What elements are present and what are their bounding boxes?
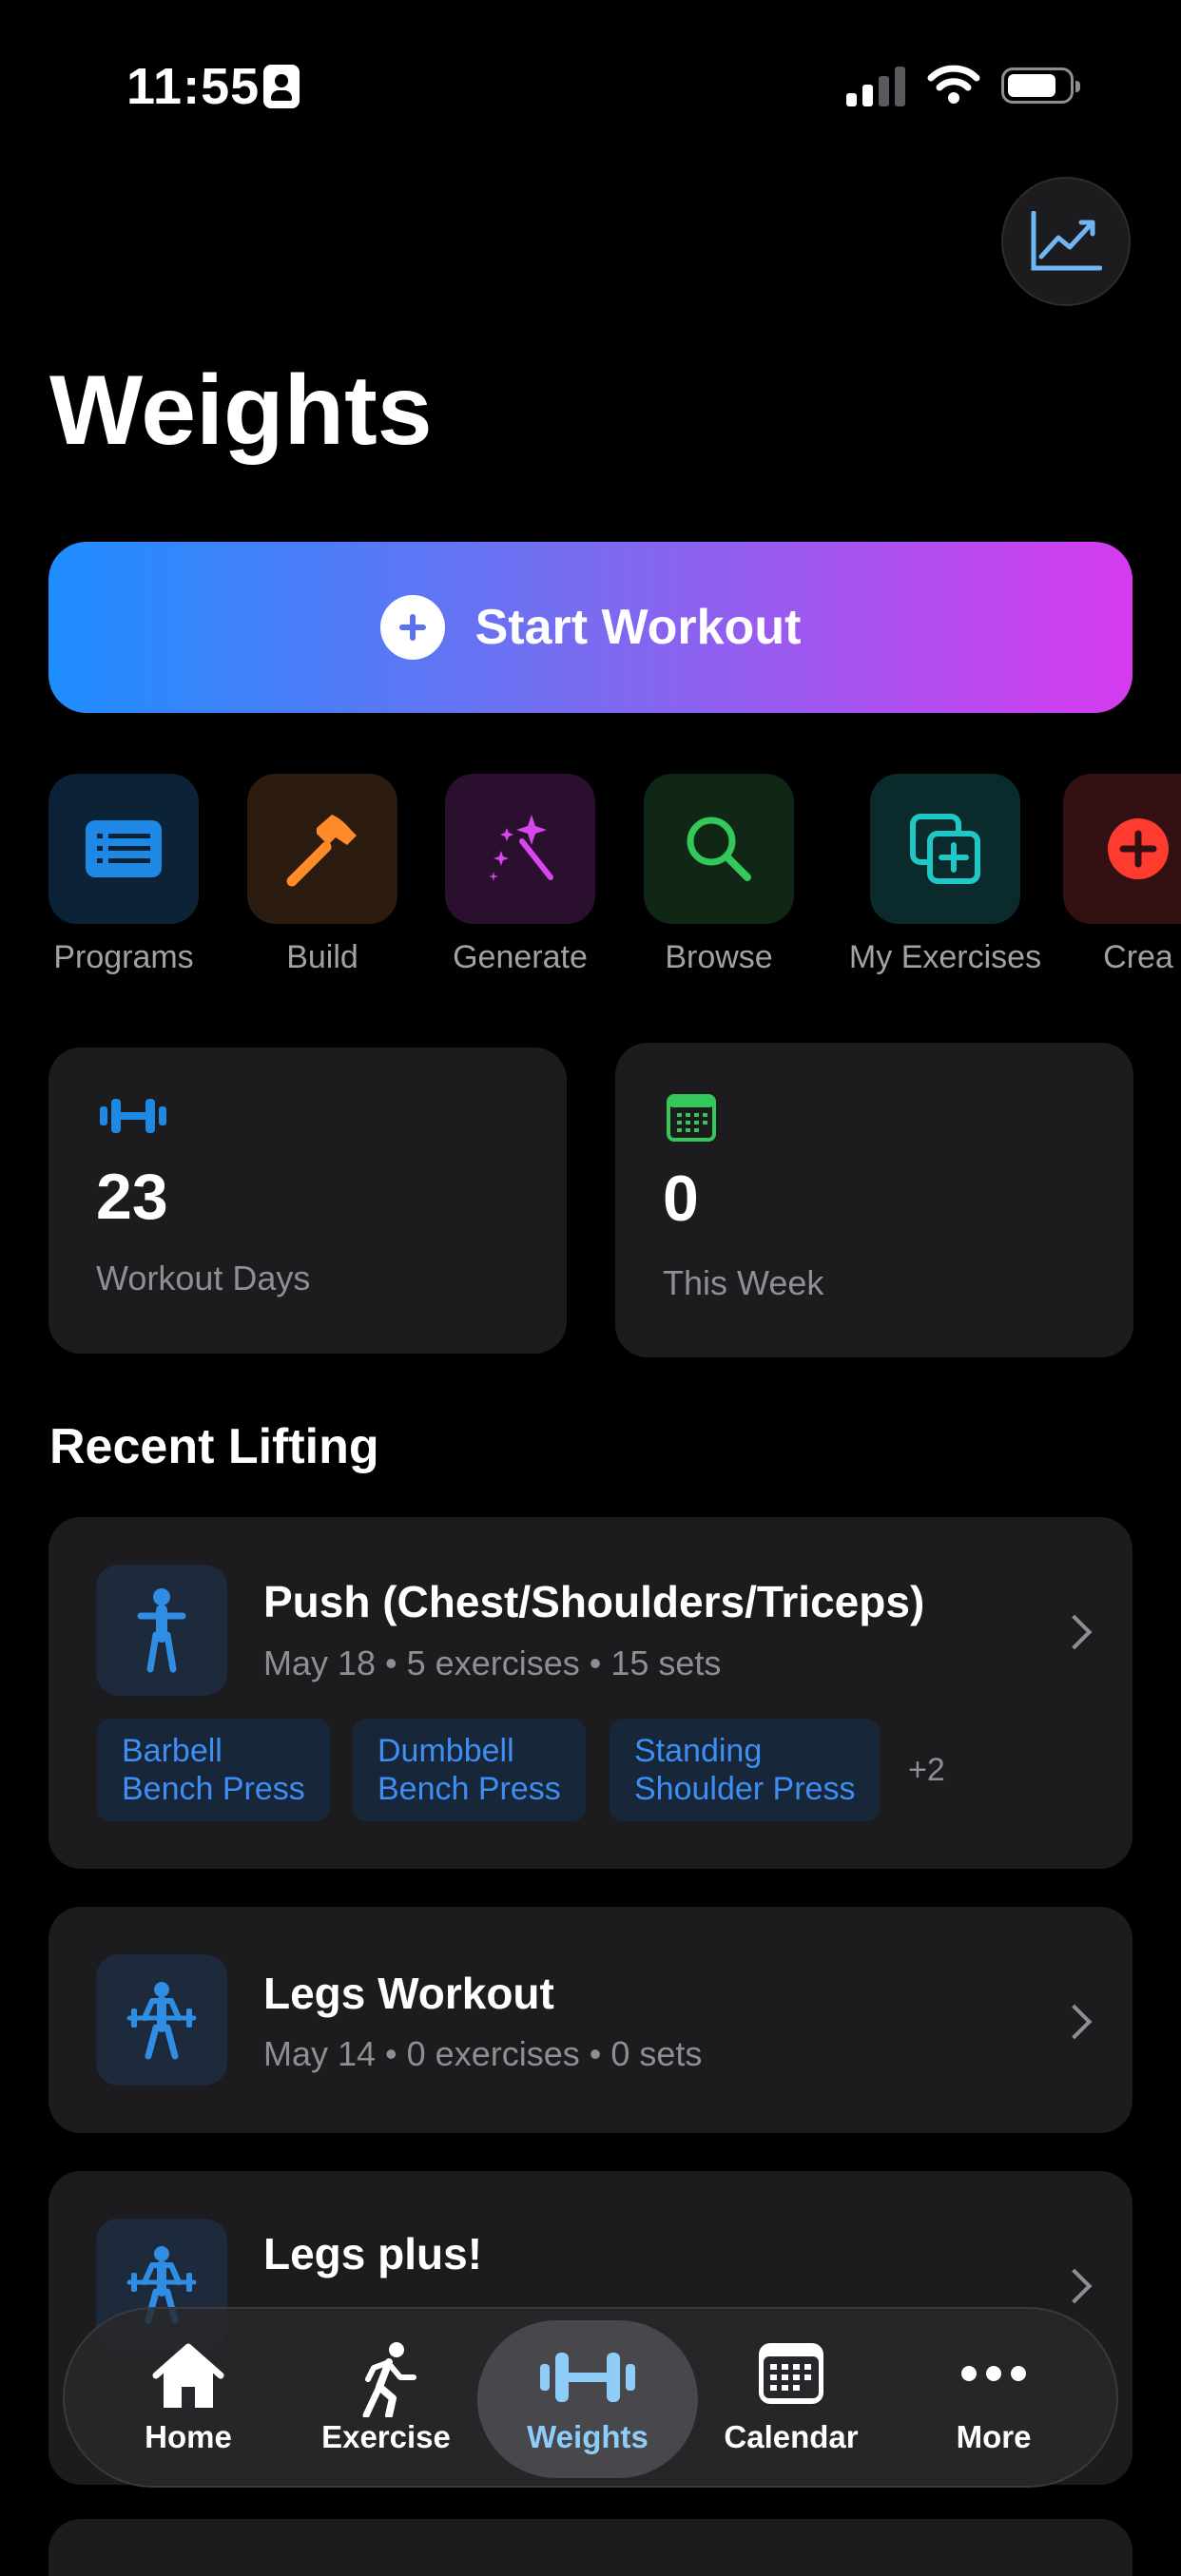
status-bar: 11:55 bbox=[0, 0, 1181, 171]
exercise-tag[interactable]: Dumbbell Bench Press bbox=[353, 1719, 586, 1821]
plus-icon bbox=[379, 595, 445, 660]
status-time: 11:55 bbox=[126, 58, 261, 115]
workout-meta: May 18 • 5 exercises • 15 sets bbox=[263, 1644, 722, 1682]
contact-card-icon bbox=[263, 65, 300, 108]
battery-icon bbox=[1001, 67, 1080, 104]
workout-meta: May 14 • 0 exercises • 0 sets bbox=[263, 2034, 703, 2073]
tab-more[interactable]: More bbox=[899, 2309, 1089, 2486]
calendar-icon bbox=[667, 1094, 716, 1142]
add-circle-icon bbox=[1108, 818, 1169, 879]
wifi-icon bbox=[927, 65, 980, 104]
workout-days-label: Workout Days bbox=[96, 1259, 311, 1298]
workout-days-value: 23 bbox=[96, 1161, 168, 1233]
quick-action-build[interactable]: Build bbox=[208, 774, 436, 976]
person-icon bbox=[137, 1588, 186, 1673]
exercise-tag[interactable]: Standing Shoulder Press bbox=[610, 1719, 881, 1821]
ellipsis-icon bbox=[961, 2366, 1026, 2381]
next-workout-item-peek bbox=[48, 2519, 1133, 2576]
recent-workout-item[interactable]: Legs Workout May 14 • 0 exercises • 0 se… bbox=[48, 1907, 1133, 2133]
chevron-right-icon bbox=[1056, 1614, 1093, 1650]
more-exercises-count: +2 bbox=[908, 1752, 945, 1788]
list-icon bbox=[86, 820, 162, 877]
recent-lifting-heading: Recent Lifting bbox=[49, 1419, 379, 1474]
weightlifter-icon bbox=[126, 1982, 197, 2060]
quick-action-programs[interactable]: Programs bbox=[10, 774, 238, 976]
workout-days-card[interactable]: 23 Workout Days bbox=[48, 1048, 567, 1354]
hammer-icon bbox=[286, 815, 357, 887]
add-square-icon bbox=[910, 814, 980, 884]
quick-actions: Programs Build Generate Browse My Exerci… bbox=[0, 774, 1181, 992]
this-week-label: This Week bbox=[663, 1263, 824, 1302]
workout-title: Legs plus! bbox=[263, 2229, 483, 2278]
start-workout-label: Start Workout bbox=[474, 600, 802, 655]
chart-trend-icon bbox=[1031, 211, 1102, 271]
quick-action-generate[interactable]: Generate bbox=[406, 774, 634, 976]
quick-action-create[interactable]: Crea bbox=[1024, 774, 1181, 976]
search-icon bbox=[687, 817, 751, 881]
start-workout-button[interactable]: Start Workout bbox=[48, 542, 1133, 713]
tab-exercise[interactable]: Exercise bbox=[291, 2309, 481, 2486]
tab-weights[interactable]: Weights bbox=[477, 2309, 698, 2486]
page-title: Weights bbox=[49, 356, 433, 466]
tab-bar: Home Exercise Weights Calendar More bbox=[63, 2307, 1118, 2488]
tab-calendar[interactable]: Calendar bbox=[696, 2309, 886, 2486]
exercise-tag[interactable]: Barbell Bench Press bbox=[97, 1719, 330, 1821]
dumbbell-icon bbox=[100, 1099, 166, 1133]
this-week-card[interactable]: 0 This Week bbox=[615, 1043, 1133, 1357]
workout-title: Push (Chest/Shoulders/Triceps) bbox=[263, 1577, 925, 1626]
chevron-right-icon bbox=[1056, 2004, 1093, 2040]
home-icon bbox=[152, 2343, 224, 2408]
chevron-right-icon bbox=[1056, 2268, 1093, 2304]
workout-title: Legs Workout bbox=[263, 1969, 554, 2018]
tab-home[interactable]: Home bbox=[93, 2309, 283, 2486]
cellular-signal-icon bbox=[846, 67, 905, 106]
magic-wand-icon bbox=[489, 815, 553, 881]
trends-button[interactable] bbox=[1001, 177, 1131, 306]
calendar-icon bbox=[759, 2343, 823, 2404]
running-icon bbox=[362, 2342, 416, 2417]
this-week-value: 0 bbox=[663, 1163, 699, 1235]
quick-action-browse[interactable]: Browse bbox=[605, 774, 833, 976]
dumbbell-icon bbox=[540, 2353, 635, 2402]
